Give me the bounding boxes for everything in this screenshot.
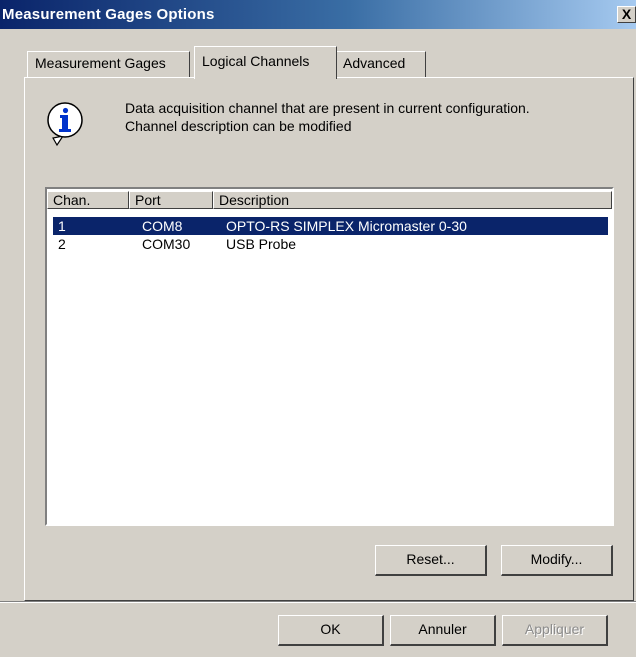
table-row[interactable]: 2 COM30 USB Probe <box>53 235 608 253</box>
modify-button[interactable]: Modify... <box>501 545 613 576</box>
column-header-port[interactable]: Port <box>129 191 213 209</box>
column-header-chan[interactable]: Chan. <box>47 191 129 209</box>
info-line-1: Data acquisition channel that are presen… <box>125 100 530 116</box>
info-description: Data acquisition channel that are presen… <box>125 99 530 135</box>
apply-button[interactable]: Appliquer <box>502 615 608 646</box>
tab-advanced-label: Advanced <box>343 55 406 71</box>
cell-description: USB Probe <box>226 236 297 252</box>
cancel-button[interactable]: Annuler <box>390 615 496 646</box>
info-icon <box>47 102 83 147</box>
cell-port: COM8 <box>142 218 183 234</box>
table-row[interactable]: 1 COM8 OPTO-RS SIMPLEX Micromaster 0-30 <box>53 217 608 235</box>
cell-description: OPTO-RS SIMPLEX Micromaster 0-30 <box>226 218 467 234</box>
ok-button[interactable]: OK <box>278 615 384 646</box>
channel-list[interactable]: Chan. Port Description 1 COM8 OPTO-RS SI… <box>45 187 614 526</box>
title-bar[interactable]: Measurement Gages Options X <box>0 0 636 29</box>
cell-chan: 1 <box>58 218 66 234</box>
reset-button[interactable]: Reset... <box>375 545 487 576</box>
close-icon: X <box>621 6 632 22</box>
info-line-2: Channel description can be modified <box>125 118 352 134</box>
tab-measurement-gages-label: Measurement Gages <box>35 55 166 71</box>
tab-logical-channels-label: Logical Channels <box>202 53 310 69</box>
cell-port: COM30 <box>142 236 191 252</box>
tab-logical-channels[interactable]: Logical Channels <box>194 46 337 79</box>
window-title: Measurement Gages Options <box>2 6 215 23</box>
tab-advanced[interactable]: Advanced <box>335 51 426 78</box>
tab-measurement-gages[interactable]: Measurement Gages <box>27 51 190 78</box>
divider <box>0 601 636 603</box>
column-header-description[interactable]: Description <box>213 191 612 209</box>
close-button[interactable]: X <box>617 6 636 23</box>
cell-chan: 2 <box>58 236 66 252</box>
